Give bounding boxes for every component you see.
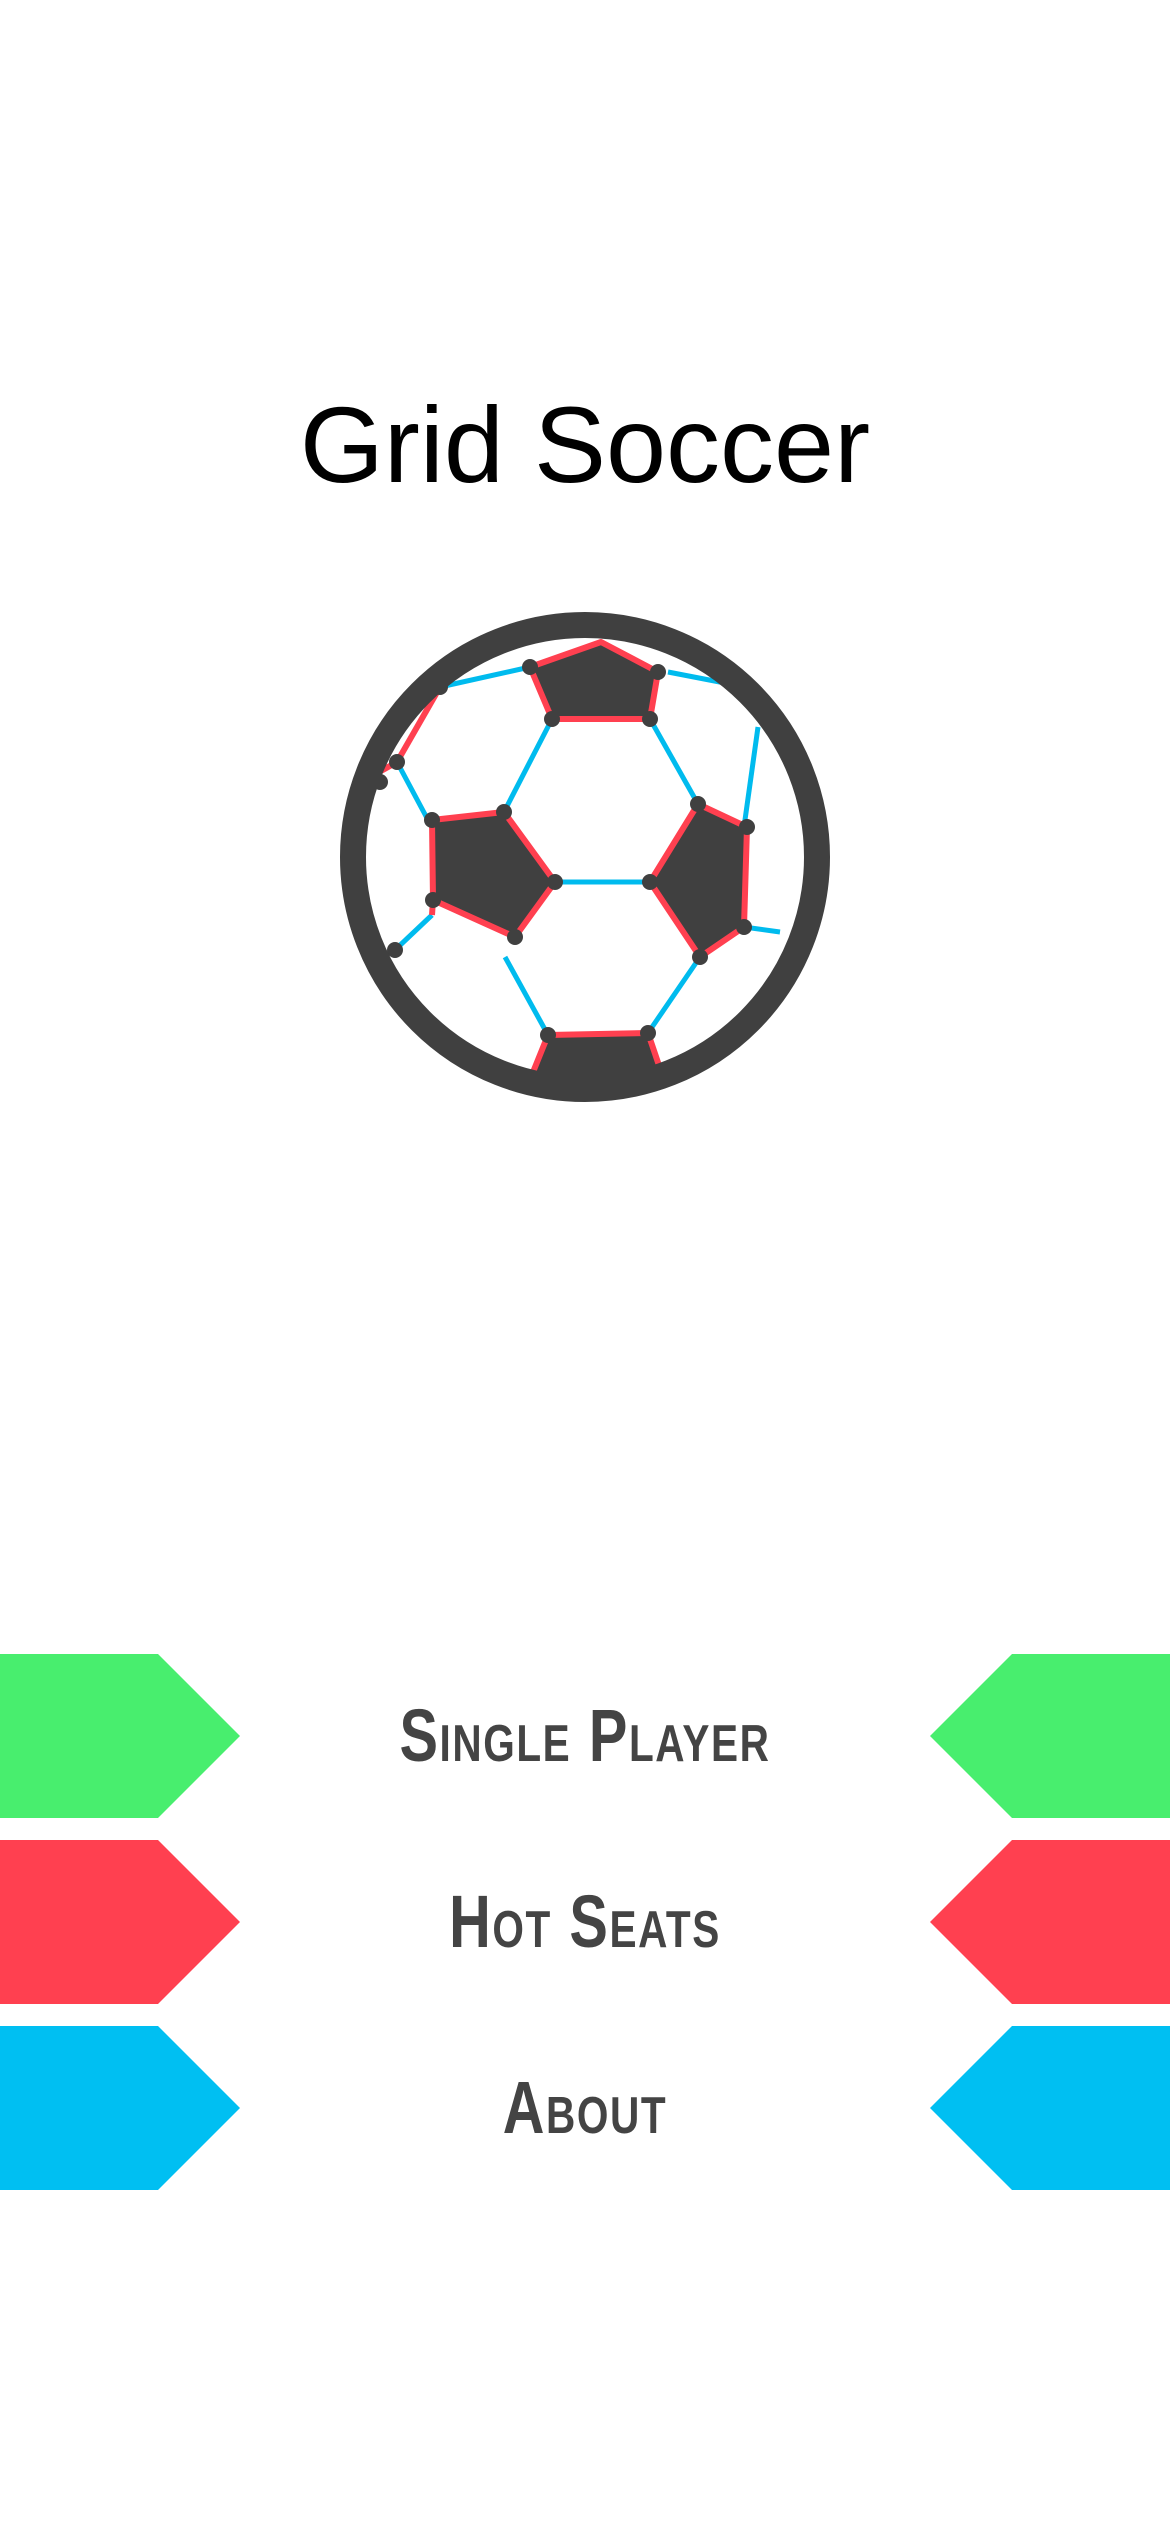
soccer-ball-icon — [340, 612, 830, 1102]
single-player-label: Single Player — [399, 1694, 771, 1777]
left-arrow-flag — [0, 2026, 240, 2190]
single-player-button[interactable]: Single Player — [0, 1654, 1170, 1818]
about-label: About — [502, 2066, 668, 2149]
right-arrow-flag — [930, 1840, 1170, 2004]
left-arrow-flag — [0, 1840, 240, 2004]
app-title: Grid Soccer — [299, 384, 871, 505]
left-arrow-flag — [0, 1654, 240, 1818]
hot-seats-label: Hot Seats — [449, 1880, 721, 1963]
right-arrow-flag — [930, 1654, 1170, 1818]
hot-seats-button[interactable]: Hot Seats — [0, 1840, 1170, 2004]
right-arrow-flag — [930, 2026, 1170, 2190]
main-menu-screen: Grid Soccer Single Player Hot Seats Abou… — [0, 0, 1170, 2532]
about-button[interactable]: About — [0, 2026, 1170, 2190]
